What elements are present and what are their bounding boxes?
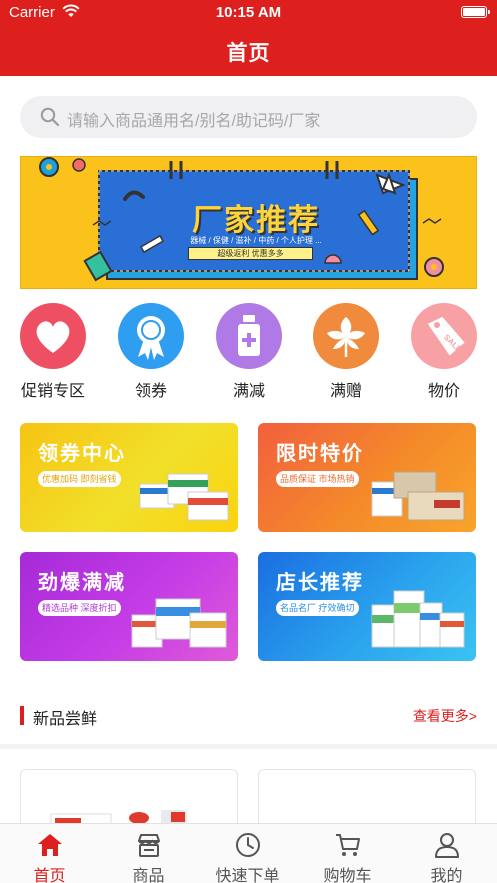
clock-icon bbox=[236, 833, 260, 857]
section-title: 新品尝鲜 bbox=[33, 711, 98, 728]
tab-bar: 首页 商品 快速下单 购物车 我的 bbox=[0, 823, 497, 883]
tab-label: 快速下单 bbox=[215, 868, 280, 883]
tab-label: 购物车 bbox=[323, 868, 372, 883]
app-header: Carrier 10:15 AM 首页 bbox=[0, 0, 497, 76]
promo-title: 领券中心 bbox=[38, 443, 126, 465]
entry-label: 促销专区 bbox=[20, 383, 85, 400]
battery-icon bbox=[461, 6, 490, 18]
search-placeholder: 请输入商品通用名/别名/助记码/厂家 bbox=[67, 113, 321, 130]
promo-tags: 优惠加码 即刻省钱 bbox=[38, 471, 121, 487]
tab-profile[interactable]: 我的 bbox=[397, 824, 496, 883]
section-divider bbox=[0, 744, 497, 749]
promo-title: 店长推荐 bbox=[276, 572, 364, 594]
leaf-icon bbox=[313, 303, 379, 369]
entry-promotion-zone[interactable]: 促销专区 bbox=[8, 303, 98, 403]
promo-flash-sale[interactable]: 限时特价 品质保证 市场热销 bbox=[258, 423, 476, 532]
shop-icon bbox=[138, 834, 160, 857]
entry-discount[interactable]: 满减 bbox=[204, 303, 294, 403]
view-more-link[interactable]: 查看更多> bbox=[413, 706, 477, 726]
user-icon bbox=[435, 833, 459, 858]
banner-tagline: 超级返利 优惠多多 bbox=[188, 247, 313, 260]
promo-manager-recommend[interactable]: 店长推荐 名品名厂 疗效确切 bbox=[258, 552, 476, 661]
entry-coupons[interactable]: 领券 bbox=[106, 303, 196, 403]
tab-label: 商品 bbox=[132, 868, 165, 883]
promo-title: 限时特价 bbox=[276, 443, 364, 465]
page-title: 首页 bbox=[226, 42, 271, 65]
tab-label: 我的 bbox=[430, 868, 463, 883]
section-accent-bar bbox=[20, 706, 24, 725]
entry-label: 满减 bbox=[232, 383, 265, 400]
promo-tags: 品质保证 市场热销 bbox=[276, 471, 359, 487]
quick-entries: 促销专区 领券 满减 满赠 SALE 物价 bbox=[0, 303, 497, 403]
entry-label: 物价 bbox=[427, 383, 460, 400]
product-boxes-image bbox=[131, 598, 227, 648]
medicine-bottle-icon bbox=[216, 303, 282, 369]
status-bar: Carrier 10:15 AM bbox=[0, 0, 497, 26]
product-boxes-image bbox=[371, 471, 465, 521]
home-screen: Carrier 10:15 AM 首页 请输入商品通用名/别名/助记码/厂家 厂… bbox=[0, 0, 497, 883]
tab-home[interactable]: 首页 bbox=[0, 824, 99, 883]
cart-icon bbox=[336, 834, 360, 856]
banner-manufacturer-recommend[interactable]: 厂家推荐 器械 / 保健 / 滋补 / 中药 / 个人护理 ... 超级返利 优… bbox=[20, 156, 477, 289]
heart-icon bbox=[20, 303, 86, 369]
tab-quick-order[interactable]: 快速下单 bbox=[198, 824, 297, 883]
tab-cart[interactable]: 购物车 bbox=[298, 824, 397, 883]
search-icon bbox=[40, 107, 60, 127]
home-icon bbox=[38, 834, 62, 856]
banner-title: 厂家推荐 bbox=[192, 204, 320, 237]
badge-ribbon-icon bbox=[118, 303, 184, 369]
sale-tag-icon: SALE bbox=[411, 303, 477, 369]
promo-title: 劲爆满减 bbox=[38, 572, 126, 594]
promo-big-discount[interactable]: 劲爆满减 精选品种 深度折扣 bbox=[20, 552, 238, 661]
banner-subtitle: 器械 / 保健 / 滋补 / 中药 / 个人护理 ... bbox=[190, 236, 322, 245]
product-boxes-image bbox=[371, 590, 465, 648]
promo-coupon-center[interactable]: 领券中心 优惠加码 即刻省钱 bbox=[20, 423, 238, 532]
tab-products[interactable]: 商品 bbox=[99, 824, 198, 883]
entry-gift[interactable]: 满赠 bbox=[301, 303, 391, 403]
entry-price[interactable]: SALE 物价 bbox=[399, 303, 489, 403]
tab-label: 首页 bbox=[33, 868, 66, 883]
status-time: 10:15 AM bbox=[215, 4, 282, 21]
entry-label: 领券 bbox=[134, 383, 167, 400]
product-boxes-image bbox=[139, 473, 229, 521]
entry-label: 满赠 bbox=[329, 383, 362, 400]
search-bar[interactable]: 请输入商品通用名/别名/助记码/厂家 bbox=[20, 96, 477, 138]
promo-tags: 精选品种 深度折扣 bbox=[38, 600, 121, 616]
promo-tags: 名品名厂 疗效确切 bbox=[276, 600, 359, 616]
